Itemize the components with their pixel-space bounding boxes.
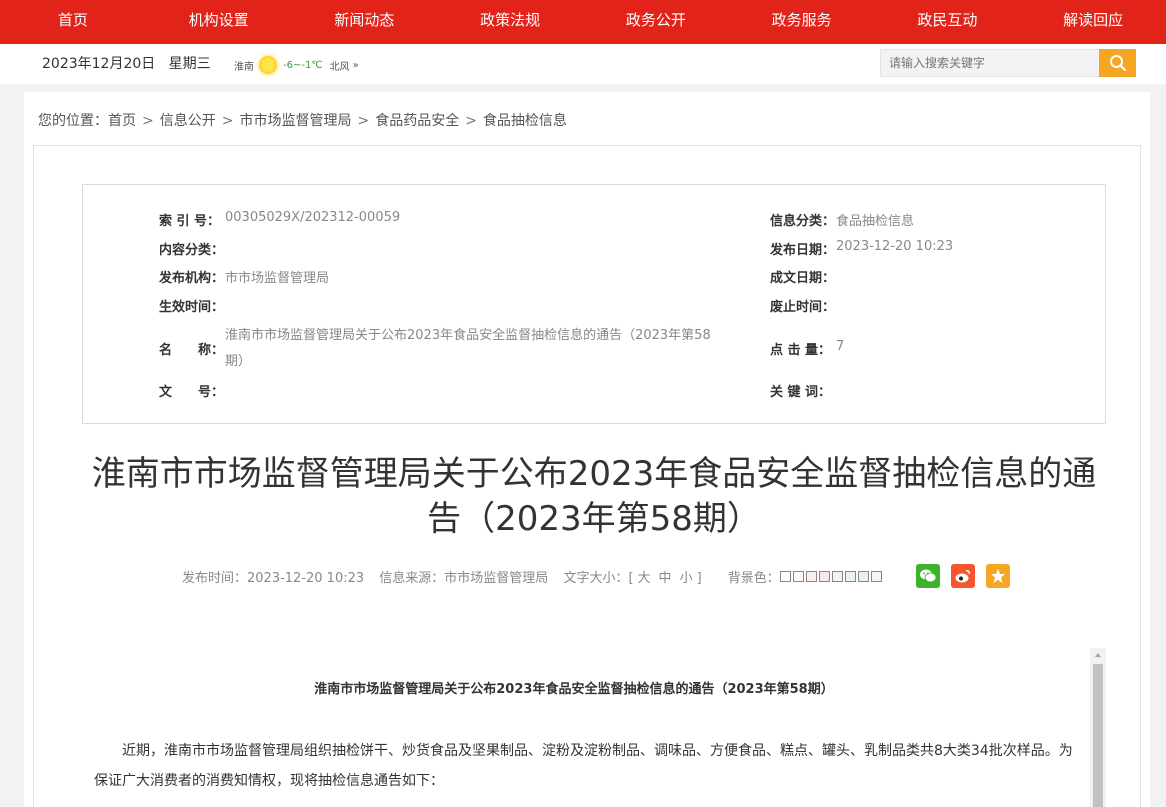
weather-temperature: -6~-1℃: [283, 59, 323, 71]
publish-date-label: 发布日期：: [770, 243, 836, 258]
top-info-bar: 2023年12月20日 星期三 淮南 -6~-1℃ 北风 »: [0, 44, 1166, 84]
breadcrumb: 您的位置：首页 > 信息公开 > 市市场监督管理局 > 食品药品安全 > 食品抽检信息: [38, 110, 567, 130]
nav-item-interpretation[interactable]: 解读回应: [1020, 0, 1166, 44]
weather-city: 淮南: [234, 61, 254, 73]
breadcrumb-separator: >: [465, 113, 477, 129]
bg-swatch-1[interactable]: [780, 571, 791, 582]
effective-time-label: 生效时间：: [159, 300, 225, 315]
weibo-share-button[interactable]: [951, 564, 975, 588]
expiry-time-label: 废止时间：: [770, 300, 836, 315]
info-source: 信息来源：市市场监督管理局: [379, 571, 549, 586]
wechat-icon: [920, 569, 937, 583]
article-title: 淮南市市场监督管理局关于公布2023年食品安全监督抽检信息的通告（2023年第5…: [91, 454, 1097, 539]
bg-swatch-2[interactable]: [793, 571, 804, 582]
wechat-share-button[interactable]: [916, 564, 940, 588]
search-box: [880, 49, 1100, 77]
article-meta: 发布时间：2023-12-20 10:23 信息来源：市市场监督管理局 文字大小…: [182, 567, 780, 586]
click-count-label: 点 击 量：: [770, 343, 832, 358]
document-heading: 淮南市市场监督管理局关于公布2023年食品安全监督抽检信息的通告（2023年第5…: [314, 682, 834, 697]
breadcrumb-item-info-public[interactable]: 信息公开: [160, 113, 216, 129]
written-date-label: 成文日期：: [770, 271, 836, 286]
document-info-table: 索 引 号： 00305029X/202312-00059 信息分类： 食品抽检…: [82, 184, 1106, 424]
name-value: 淮南市市场监督管理局关于公布2023年食品安全监督抽检信息的通告（2023年第5…: [225, 328, 711, 369]
search-icon: [1109, 55, 1126, 72]
index-number-label: 索 引 号：: [159, 214, 221, 229]
nav-item-interaction[interactable]: 政民互动: [875, 0, 1021, 44]
publish-date-value: 2023-12-20 10:23: [836, 239, 954, 254]
breadcrumb-item-home[interactable]: 首页: [108, 113, 136, 129]
breadcrumb-separator: >: [357, 113, 370, 129]
weather-widget[interactable]: 淮南 -6~-1℃ 北风 »: [234, 56, 359, 74]
name-label: 名 称：: [159, 343, 225, 358]
publisher-value: 市市场监督管理局: [225, 271, 330, 286]
bg-swatch-3[interactable]: [806, 571, 817, 582]
font-size-label: 文字大小：[: [563, 571, 634, 586]
bg-swatch-7[interactable]: [858, 571, 869, 582]
font-size-medium-button[interactable]: 中: [659, 571, 672, 586]
background-color-swatches: [780, 571, 884, 582]
star-icon: [991, 569, 1005, 583]
content-scrollbar[interactable]: [1090, 648, 1106, 807]
scroll-up-arrow-icon[interactable]: [1090, 648, 1106, 662]
content-category-label: 内容分类：: [159, 243, 225, 258]
nav-item-public-affairs[interactable]: 政务公开: [583, 0, 729, 44]
keywords-label: 关 键 词：: [770, 385, 832, 400]
breadcrumb-prefix: 您的位置：: [38, 113, 108, 129]
nav-item-organization[interactable]: 机构设置: [146, 0, 292, 44]
article-frame: 索 引 号： 00305029X/202312-00059 信息分类： 食品抽检…: [33, 145, 1141, 807]
nav-item-home[interactable]: 首页: [0, 0, 146, 44]
breadcrumb-item-food-drug-safety[interactable]: 食品药品安全: [375, 113, 459, 129]
background-color-label: 背景色：: [727, 571, 780, 586]
bg-swatch-4[interactable]: [819, 571, 830, 582]
search-button[interactable]: [1099, 49, 1136, 77]
publish-time: 发布时间：2023-12-20 10:23: [182, 571, 365, 586]
nav-item-news[interactable]: 新闻动态: [292, 0, 438, 44]
date-text: 2023年12月20日: [42, 56, 156, 72]
index-number-value: 00305029X/202312-00059: [225, 210, 401, 225]
bg-swatch-8[interactable]: [871, 571, 882, 582]
favorite-share-button[interactable]: [986, 564, 1010, 588]
double-chevron-right-icon[interactable]: »: [353, 60, 359, 71]
breadcrumb-item-food-inspection[interactable]: 食品抽检信息: [483, 113, 567, 129]
main-nav: 首页 机构设置 新闻动态 政策法规 政务公开 政务服务 政民互动 解读回应: [0, 0, 1166, 44]
publisher-label: 发布机构：: [159, 271, 225, 286]
bg-swatch-6[interactable]: [845, 571, 856, 582]
weather-wind: 北风: [329, 61, 350, 73]
font-size-large-button[interactable]: 大: [638, 571, 651, 586]
breadcrumb-separator: >: [142, 113, 154, 129]
click-count-value: 7: [836, 339, 845, 354]
font-size-bracket: ]: [696, 571, 702, 586]
weibo-icon: [955, 570, 971, 583]
bg-swatch-5[interactable]: [832, 571, 843, 582]
search-input[interactable]: [881, 50, 1099, 76]
info-category-value: 食品抽检信息: [836, 214, 915, 229]
current-date: 2023年12月20日 星期三: [42, 53, 211, 73]
weekday-text: 星期三: [168, 56, 211, 72]
nav-item-services[interactable]: 政务服务: [729, 0, 875, 44]
document-number-label: 文 号：: [159, 385, 225, 400]
scroll-thumb[interactable]: [1093, 664, 1103, 807]
nav-item-policy[interactable]: 政策法规: [437, 0, 583, 44]
sun-icon: [259, 56, 277, 74]
info-category-label: 信息分类：: [770, 214, 836, 229]
breadcrumb-separator: >: [221, 113, 234, 129]
font-size-small-button[interactable]: 小: [680, 571, 693, 586]
article-paragraph: 近期，淮南市市场监督管理局组织抽检饼干、炒货食品及坚果制品、淀粉及淀粉制品、调味…: [94, 743, 1073, 789]
breadcrumb-item-market-bureau[interactable]: 市市场监督管理局: [239, 113, 351, 129]
main-content: 您的位置：首页 > 信息公开 > 市市场监督管理局 > 食品药品安全 > 食品抽检信息 索 引 …: [24, 92, 1150, 807]
